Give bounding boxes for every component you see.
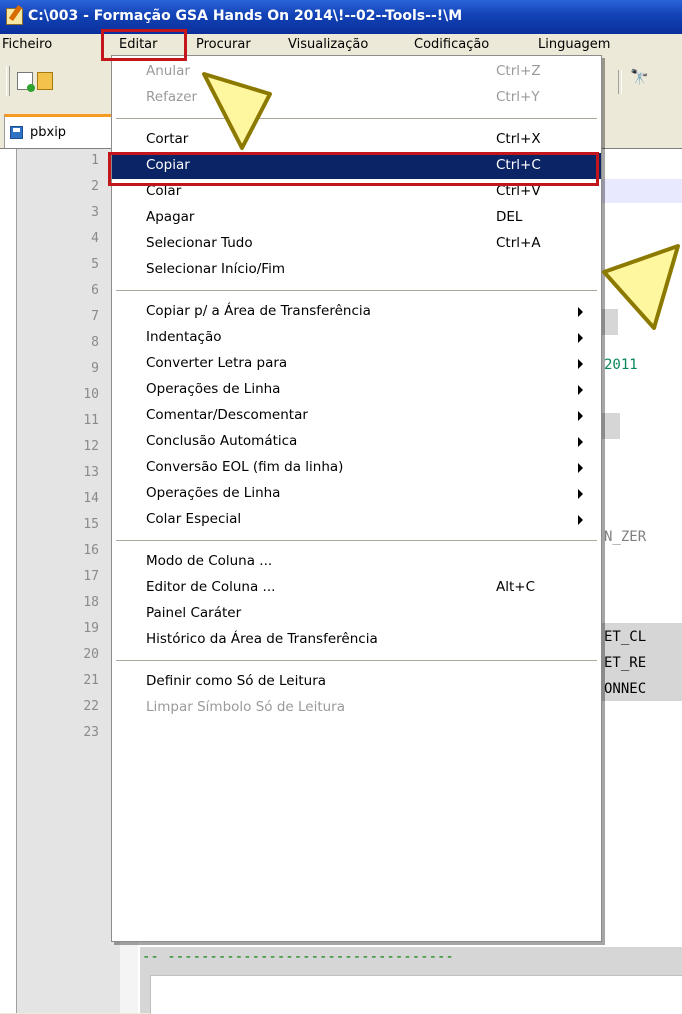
- submenu-arrow-icon: [578, 463, 583, 473]
- menu-separator: [116, 660, 597, 662]
- code-text-line10: N_ZER: [604, 529, 647, 545]
- line-number: 5: [91, 257, 99, 272]
- edit-dropdown-menu: Anular Ctrl+Z Refazer Ctrl+Y Cortar Ctrl…: [111, 55, 602, 942]
- toolbar-grip[interactable]: [6, 66, 10, 96]
- menu-select-begin-end[interactable]: Selecionar Início/Fim: [112, 257, 601, 283]
- line-number: 16: [83, 543, 99, 558]
- line-number: 14: [83, 491, 99, 506]
- line-number: 6: [91, 283, 99, 298]
- menu-visualizacao[interactable]: Visualização: [288, 37, 368, 52]
- menu-eol-conversion[interactable]: Conversão EOL (fim da linha): [112, 455, 601, 481]
- menu-clear-read-only[interactable]: Limpar Símbolo Só de Leitura: [112, 695, 601, 721]
- menu-clipboard-history[interactable]: Histórico da Área de Transferência: [112, 627, 601, 653]
- menu-character-panel[interactable]: Painel Caráter: [112, 601, 601, 627]
- line-number: 3: [91, 205, 99, 220]
- line-number: 9: [91, 361, 99, 376]
- notepad-app-icon: [6, 8, 23, 25]
- line-number: 15: [83, 517, 99, 532]
- caret-line-highlight: [602, 179, 682, 203]
- menu-delete[interactable]: Apagar DEL: [112, 205, 601, 231]
- submenu-arrow-icon: [578, 307, 583, 317]
- code-block: [150, 975, 682, 1014]
- menu-convert-case[interactable]: Converter Letra para: [112, 351, 601, 377]
- line-number: 22: [83, 699, 99, 714]
- menu-indentation[interactable]: Indentação: [112, 325, 601, 351]
- code-text-line22: -- ----------------------------------: [142, 949, 454, 965]
- menu-separator: [116, 290, 597, 292]
- menu-separator: [116, 540, 597, 542]
- code-text-line15: ONNEC: [604, 681, 647, 697]
- menu-ficheiro[interactable]: Ficheiro: [2, 37, 52, 52]
- menu-column-mode[interactable]: Modo de Coluna ...: [112, 549, 601, 575]
- annotation-box-editar: [101, 29, 187, 61]
- submenu-arrow-icon: [578, 437, 583, 447]
- selection-highlight: [602, 413, 620, 439]
- line-number: 17: [83, 569, 99, 584]
- line-number: 7: [91, 309, 99, 324]
- menu-copy-to-clipboard[interactable]: Copiar p/ a Área de Transferência: [112, 299, 601, 325]
- saved-file-icon: [10, 126, 23, 139]
- code-text-line14: ET_RE: [604, 655, 647, 671]
- submenu-arrow-icon: [578, 489, 583, 499]
- line-number: 1: [91, 153, 99, 168]
- line-number: 13: [83, 465, 99, 480]
- submenu-arrow-icon: [578, 359, 583, 369]
- menu-line-operations-2[interactable]: Operações de Linha: [112, 481, 601, 507]
- line-number: 4: [91, 231, 99, 246]
- line-number: 11: [83, 413, 99, 428]
- line-number: 18: [83, 595, 99, 610]
- tab-label: pbxip: [30, 125, 67, 140]
- menu-linguagem[interactable]: Linguagem: [538, 37, 610, 52]
- line-number: 23: [83, 725, 99, 740]
- code-text-line6: 2011: [604, 357, 638, 373]
- code-text-line13: ET_CL: [604, 629, 647, 645]
- find-binoculars-icon[interactable]: 🔭: [630, 68, 649, 86]
- line-number: 12: [83, 439, 99, 454]
- line-number: 10: [83, 387, 99, 402]
- menu-column-editor[interactable]: Editor de Coluna ... Alt+C: [112, 575, 601, 601]
- line-number: 21: [83, 673, 99, 688]
- submenu-arrow-icon: [578, 515, 583, 525]
- menu-paste-special[interactable]: Colar Especial: [112, 507, 601, 533]
- menu-cut[interactable]: Cortar Ctrl+X: [112, 127, 601, 153]
- line-number: 8: [91, 335, 99, 350]
- menu-line-operations[interactable]: Operações de Linha: [112, 377, 601, 403]
- line-number: 20: [83, 647, 99, 662]
- menu-codificacao[interactable]: Codificação: [414, 37, 489, 52]
- open-file-icon[interactable]: [37, 72, 53, 90]
- menu-undo[interactable]: Anular Ctrl+Z: [112, 59, 601, 85]
- new-file-icon[interactable]: [17, 72, 35, 92]
- submenu-arrow-icon: [578, 385, 583, 395]
- line-number: 2: [91, 179, 99, 194]
- tab-pbxip[interactable]: pbxip: [4, 114, 114, 148]
- window-title: C:\003 - Formação GSA Hands On 2014\!--0…: [28, 8, 463, 24]
- menu-set-read-only[interactable]: Definir como Só de Leitura: [112, 669, 601, 695]
- menu-select-all[interactable]: Selecionar Tudo Ctrl+A: [112, 231, 601, 257]
- submenu-arrow-icon: [578, 333, 583, 343]
- menu-separator: [116, 118, 597, 120]
- menu-comment-uncomment[interactable]: Comentar/Descomentar: [112, 403, 601, 429]
- pointer-arrow-icon: [202, 72, 272, 150]
- menu-auto-completion[interactable]: Conclusão Automática: [112, 429, 601, 455]
- annotation-box-copiar: [108, 152, 599, 186]
- menu-redo[interactable]: Refazer Ctrl+Y: [112, 85, 601, 111]
- toolbar-separator: [618, 70, 622, 94]
- pointer-arrow-icon: [602, 244, 680, 330]
- line-number-gutter: 1 2 3 4 5 6 7 8 9 10 11 12 13 14 15 16 1…: [16, 149, 121, 1013]
- line-number: 19: [83, 621, 99, 636]
- menu-procurar[interactable]: Procurar: [196, 37, 251, 52]
- submenu-arrow-icon: [578, 411, 583, 421]
